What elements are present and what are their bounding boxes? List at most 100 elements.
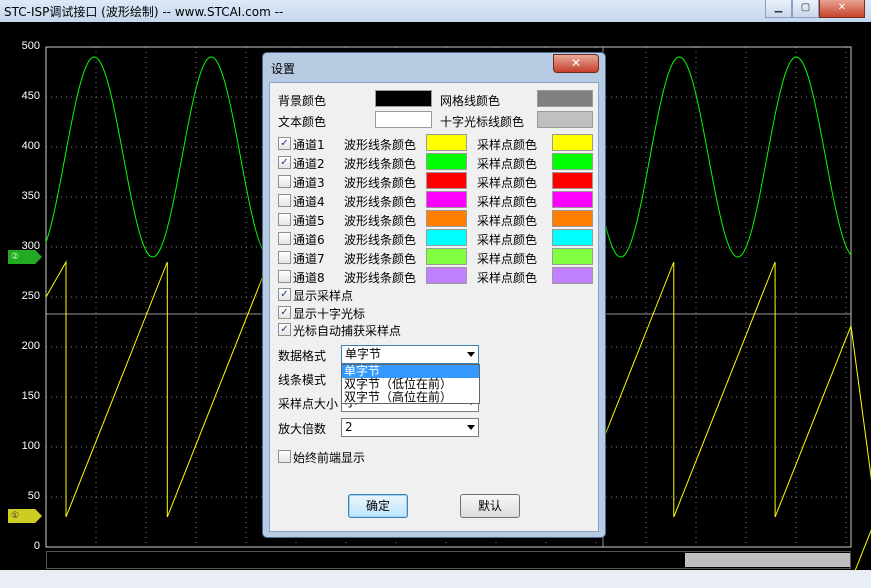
always-on-top-label: 始终前端显示 — [293, 451, 366, 465]
bg-color-swatch[interactable] — [375, 90, 432, 107]
channel-4-label: 通道4 — [293, 195, 325, 209]
channel-1-wave-color-label: 波形线条颜色 — [344, 138, 417, 152]
always-on-top-checkbox[interactable] — [278, 450, 291, 463]
y-tick-label: 50 — [27, 490, 40, 502]
dialog-close-button[interactable]: ✕ — [553, 54, 599, 73]
channel-8-sample-color-label: 采样点颜色 — [477, 271, 538, 285]
close-icon: ✕ — [837, 2, 847, 13]
data-format-value: 单字节 — [345, 347, 382, 361]
y-tick-label: 150 — [21, 390, 40, 402]
channel-3-label: 通道3 — [293, 176, 325, 190]
channel-7-sample-color-label: 采样点颜色 — [477, 252, 538, 266]
chevron-down-icon — [467, 352, 475, 357]
zoom-value: 2 — [345, 420, 353, 434]
data-format-dropdown-list: 单字节 双字节（低位在前） 双字节（高位在前） — [341, 364, 480, 404]
channel-7-wave-color-swatch[interactable] — [426, 248, 467, 265]
grid-color-label: 网格线颜色 — [440, 94, 501, 108]
channel-2-wave-color-label: 波形线条颜色 — [344, 157, 417, 171]
channel-8-wave-color-label: 波形线条颜色 — [344, 271, 417, 285]
channel-6-sample-color-swatch[interactable] — [552, 229, 593, 246]
default-button[interactable]: 默认 — [460, 494, 520, 518]
text-color-label: 文本颜色 — [278, 115, 327, 129]
bg-color-label: 背景颜色 — [278, 94, 327, 108]
y-tick-label: 450 — [21, 90, 40, 102]
close-icon: ✕ — [570, 56, 582, 70]
channel-3-wave-color-label: 波形线条颜色 — [344, 176, 417, 190]
y-tick-label: 500 — [21, 40, 40, 52]
maximize-button[interactable]: ▢ — [792, 0, 819, 18]
show-samples-label: 显示采样点 — [293, 289, 354, 303]
channel-5-wave-color-label: 波形线条颜色 — [344, 214, 417, 228]
line-mode-label: 线条模式 — [278, 373, 327, 387]
crosshair-color-label: 十字光标线颜色 — [440, 115, 525, 129]
channel-3-sample-color-swatch[interactable] — [552, 172, 593, 189]
ok-button[interactable]: 确定 — [348, 494, 408, 518]
channel-6-sample-color-label: 采样点颜色 — [477, 233, 538, 247]
zoom-select[interactable]: 2 — [341, 418, 479, 437]
dropdown-option[interactable]: 双字节（高位在前） — [342, 391, 479, 404]
channel-3-wave-color-swatch[interactable] — [426, 172, 467, 189]
channel-8-checkbox[interactable] — [278, 270, 291, 283]
channel-5-label: 通道5 — [293, 214, 325, 228]
channel-1-marker[interactable]: ① — [8, 509, 42, 523]
channel-5-checkbox[interactable] — [278, 213, 291, 226]
channel-1-wave-color-swatch[interactable] — [426, 134, 467, 151]
channel-2-wave-color-swatch[interactable] — [426, 153, 467, 170]
minimize-icon: ▁ — [774, 2, 783, 13]
data-format-select[interactable]: 单字节 — [341, 345, 479, 364]
channel-4-sample-color-swatch[interactable] — [552, 191, 593, 208]
channel-7-wave-color-label: 波形线条颜色 — [344, 252, 417, 266]
chevron-down-icon — [467, 425, 475, 430]
y-tick-label: 100 — [21, 440, 40, 452]
minimize-button[interactable]: ▁ — [765, 0, 792, 18]
y-tick-label: 0 — [33, 540, 40, 552]
channel-4-sample-color-label: 采样点颜色 — [477, 195, 538, 209]
channel-4-wave-color-swatch[interactable] — [426, 191, 467, 208]
channel-5-wave-color-swatch[interactable] — [426, 210, 467, 227]
channel-3-checkbox[interactable] — [278, 175, 291, 188]
window-controls: ▁ ▢ ✕ — [765, 0, 865, 18]
show-crosshair-label: 显示十字光标 — [293, 307, 366, 321]
window-title: STC-ISP调试接口 (波形绘制) -- www.STCAI.com -- — [4, 5, 284, 19]
text-color-swatch[interactable] — [375, 111, 432, 128]
channel-1-checkbox[interactable]: ✓ — [278, 137, 291, 150]
data-format-label: 数据格式 — [278, 349, 327, 363]
channel-5-sample-color-label: 采样点颜色 — [477, 214, 538, 228]
channel-1-sample-color-swatch[interactable] — [552, 134, 593, 151]
channel-6-label: 通道6 — [293, 233, 325, 247]
zoom-label: 放大倍数 — [278, 422, 327, 436]
channel-1-label: 通道1 — [293, 138, 325, 152]
crosshair-color-swatch[interactable] — [537, 111, 593, 128]
y-tick-label: 250 — [21, 290, 40, 302]
channel-8-label: 通道8 — [293, 271, 325, 285]
show-crosshair-checkbox[interactable]: ✓ — [278, 306, 291, 319]
channel-4-checkbox[interactable] — [278, 194, 291, 207]
scrollbar-thumb[interactable] — [685, 553, 850, 567]
channel-6-checkbox[interactable] — [278, 232, 291, 245]
channel-8-wave-color-swatch[interactable] — [426, 267, 467, 284]
channel-5-sample-color-swatch[interactable] — [552, 210, 593, 227]
channel-4-wave-color-label: 波形线条颜色 — [344, 195, 417, 209]
grid-color-swatch[interactable] — [537, 90, 593, 107]
channel-6-wave-color-swatch[interactable] — [426, 229, 467, 246]
sample-size-label: 采样点大小 — [278, 397, 339, 411]
horizontal-scrollbar[interactable] — [46, 551, 851, 569]
show-samples-checkbox[interactable]: ✓ — [278, 288, 291, 301]
y-tick-label: 350 — [21, 190, 40, 202]
channel-8-sample-color-swatch[interactable] — [552, 267, 593, 284]
channel-2-checkbox[interactable]: ✓ — [278, 156, 291, 169]
channel-7-label: 通道7 — [293, 252, 325, 266]
auto-capture-label: 光标自动捕获采样点 — [293, 324, 402, 338]
channel-6-wave-color-label: 波形线条颜色 — [344, 233, 417, 247]
channel-2-sample-color-label: 采样点颜色 — [477, 157, 538, 171]
y-tick-label: 200 — [21, 340, 40, 352]
auto-capture-checkbox[interactable]: ✓ — [278, 323, 291, 336]
channel-2-sample-color-swatch[interactable] — [552, 153, 593, 170]
channel-2-label: 通道2 — [293, 157, 325, 171]
close-button[interactable]: ✕ — [819, 0, 865, 18]
channel-7-sample-color-swatch[interactable] — [552, 248, 593, 265]
channel-2-marker[interactable]: ② — [8, 250, 42, 264]
channel-7-checkbox[interactable] — [278, 251, 291, 264]
channel-1-sample-color-label: 采样点颜色 — [477, 138, 538, 152]
channel-3-sample-color-label: 采样点颜色 — [477, 176, 538, 190]
